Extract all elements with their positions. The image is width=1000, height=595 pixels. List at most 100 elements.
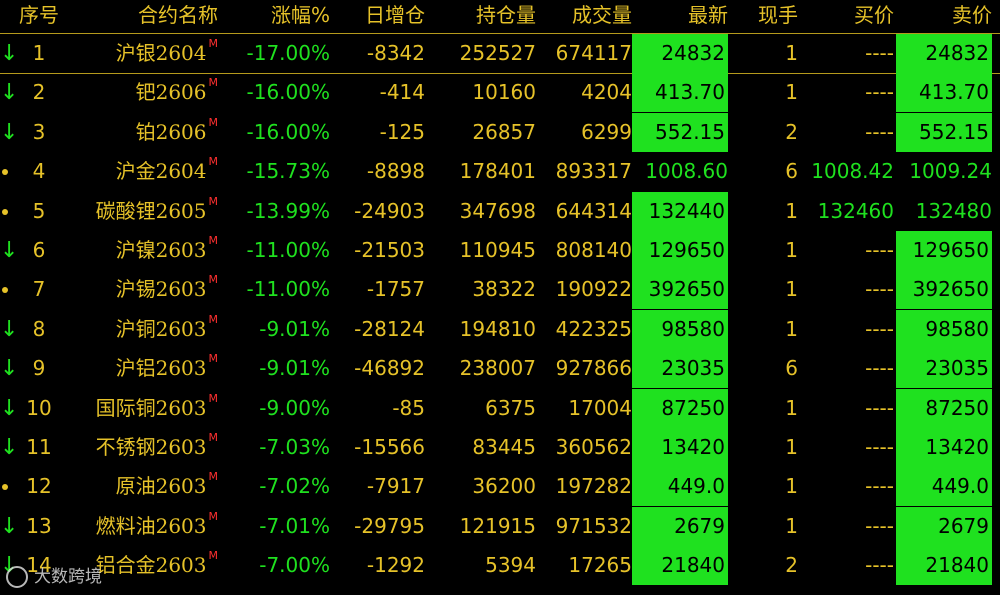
current-lot: 1 <box>785 198 798 223</box>
bid-price: ---- <box>865 474 894 499</box>
main-contract-marker: M <box>208 115 219 129</box>
table-row[interactable]: ↓ 3 铂2606 M -16.00% -125 26857 6299 552.15 2 ---- 5… <box>0 112 1000 152</box>
daily-oi-change: -414 <box>379 80 425 105</box>
last-price: 552.15 <box>632 112 728 152</box>
current-lot: 1 <box>785 238 798 262</box>
table-row[interactable]: 7 沪锡2603 M -11.00% -1757 38322 190922 392650 1 --… <box>0 270 1000 310</box>
current-lot: 1 <box>785 395 798 420</box>
change-pct: -11.00% <box>246 277 330 302</box>
daily-oi-change: -21503 <box>354 238 425 262</box>
header-open-interest[interactable]: 持仓量 <box>430 0 536 34</box>
daily-oi-change: -1757 <box>366 277 425 302</box>
last-price: 21840 <box>632 546 728 586</box>
open-interest: 83445 <box>472 435 536 459</box>
table-row[interactable]: ↓ 6 沪镍2603 M -11.00% -21503 110945 808140 129650… <box>0 231 1000 270</box>
row-index: 4 <box>32 159 46 184</box>
change-pct: -7.00% <box>259 553 330 578</box>
change-pct: -7.01% <box>259 513 330 538</box>
ask-price: 2679 <box>896 506 992 546</box>
table-row[interactable]: ↓ 1 沪银2604 M -17.00% -8342 252527 674117 24832 1-… <box>0 34 1000 74</box>
down-arrow-icon: ↓ <box>0 119 19 145</box>
row-index: 9 <box>32 356 46 381</box>
daily-oi-change: -7917 <box>366 474 425 499</box>
ask-price: 23035 <box>896 349 992 389</box>
main-contract-marker: M <box>208 273 219 287</box>
open-interest: 38322 <box>472 277 536 302</box>
table-row[interactable]: 5 碳酸锂2605 M -13.99% -24903 347698 644314 132440… <box>0 191 1000 231</box>
table-row[interactable]: ↓ 10 国际铜2603 M -9.00% -85 6375 17004 87250 1 ---- 8… <box>0 388 1000 428</box>
down-arrow-icon: ↓ <box>0 513 19 539</box>
table-row[interactable]: ↓ 13 燃料油2603 M -7.01% -29795 121915 971532 2679 1… <box>0 506 1000 546</box>
row-index: 12 <box>26 474 52 499</box>
main-contract-marker: M <box>208 391 219 405</box>
change-pct: -9.00% <box>259 395 330 420</box>
table-row[interactable]: 12 原油2603 M -7.02% -7917 36200 197282 449.0 1 ---… <box>0 467 1000 507</box>
main-contract-marker: M <box>208 37 219 50</box>
ask-price: 13420 <box>896 428 992 467</box>
down-arrow-icon: ↓ <box>0 238 19 263</box>
last-price: 413.70 <box>632 73 728 113</box>
bid-price: ---- <box>865 553 894 578</box>
change-pct: -16.00% <box>246 80 330 105</box>
volume: 197282 <box>555 474 632 499</box>
contract-name: 铂2606 M <box>135 115 219 144</box>
table-row[interactable]: ↓ 2 钯2606 M -16.00% -414 10160 4204 413.70 1 ---- 4… <box>0 73 1000 113</box>
volume: 6299 <box>581 119 632 144</box>
current-lot: 1 <box>785 435 798 459</box>
bid-price: 132460 <box>817 198 894 223</box>
daily-oi-change: -1292 <box>366 553 425 578</box>
table-row[interactable]: 4 沪金2604 M -15.73% -8898 178401 893317 1008.60 6… <box>0 152 1000 191</box>
main-contract-marker: M <box>208 509 219 523</box>
current-lot: 1 <box>785 316 798 341</box>
header-change-pct[interactable]: 涨幅% <box>238 0 330 34</box>
contract-name: 沪铝2603 M <box>115 352 218 381</box>
bid-price: ---- <box>865 238 894 262</box>
table-row[interactable]: ↓ 9 沪铝2603 M -9.01% -46892 238007 927866 23035 6-… <box>0 349 1000 389</box>
daily-oi-change: -46892 <box>354 356 425 381</box>
bid-price: ---- <box>865 80 894 105</box>
table-row[interactable]: ↓ 8 沪铜2603 M -9.01% -28124 194810 422325 98580 1-… <box>0 309 1000 349</box>
daily-oi-change: -85 <box>392 395 425 420</box>
row-index: 10 <box>26 395 52 420</box>
change-pct: -7.03% <box>259 435 330 459</box>
ask-price: 87250 <box>896 388 992 428</box>
header-bid-price[interactable]: 买价 <box>800 0 894 34</box>
row-index: 5 <box>32 198 46 223</box>
table-row[interactable]: ↓ 11 不锈钢2603 M -7.03% -15566 83445 360562 13420 1… <box>0 428 1000 467</box>
last-price: 23035 <box>632 349 728 389</box>
open-interest: 5394 <box>485 553 536 578</box>
open-interest: 10160 <box>472 80 536 105</box>
change-pct: -15.73% <box>246 159 330 184</box>
header-volume[interactable]: 成交量 <box>540 0 632 34</box>
contract-name: 燃料油2603 M <box>95 509 219 538</box>
main-contract-marker: M <box>208 76 219 90</box>
contract-name: 沪锡2603 M <box>115 273 219 302</box>
header-daily-oi-change[interactable]: 日增仓 <box>335 0 425 34</box>
bid-price: ---- <box>865 41 894 65</box>
current-lot: 2 <box>785 119 798 144</box>
table-row[interactable]: ↓ 14 铝合金2603 M -7.00% -1292 5394 17265 21840 2 ---… <box>0 546 1000 586</box>
header-last-price[interactable]: 最新 <box>632 0 728 34</box>
ask-price: 1009.24 <box>909 159 992 184</box>
main-contract-marker: M <box>208 431 219 444</box>
ask-price: 24832 <box>896 34 992 73</box>
header-index[interactable]: 序号 <box>14 0 64 34</box>
contract-name: 沪银2604 M <box>115 37 219 65</box>
open-interest: 178401 <box>459 159 536 184</box>
contract-name: 沪镍2603 M <box>115 234 219 262</box>
current-lot: 1 <box>785 513 798 538</box>
change-pct: -17.00% <box>246 41 330 65</box>
header-ask-price[interactable]: 卖价 <box>896 0 992 34</box>
last-price: 13420 <box>632 428 728 467</box>
row-index: 8 <box>32 316 46 341</box>
watermark: 大数跨境 <box>6 562 102 592</box>
contract-name: 沪金2604 M <box>115 155 218 184</box>
row-index: 3 <box>32 119 46 144</box>
header-contract-name[interactable]: 合约名称 <box>60 0 218 34</box>
row-index: 13 <box>26 513 52 538</box>
main-contract-marker: M <box>208 234 219 247</box>
header-current-lot[interactable]: 现手 <box>730 0 798 34</box>
bid-price: 1008.42 <box>811 159 894 184</box>
volume: 893317 <box>555 159 632 184</box>
contract-name: 沪铜2603 M <box>115 312 218 341</box>
